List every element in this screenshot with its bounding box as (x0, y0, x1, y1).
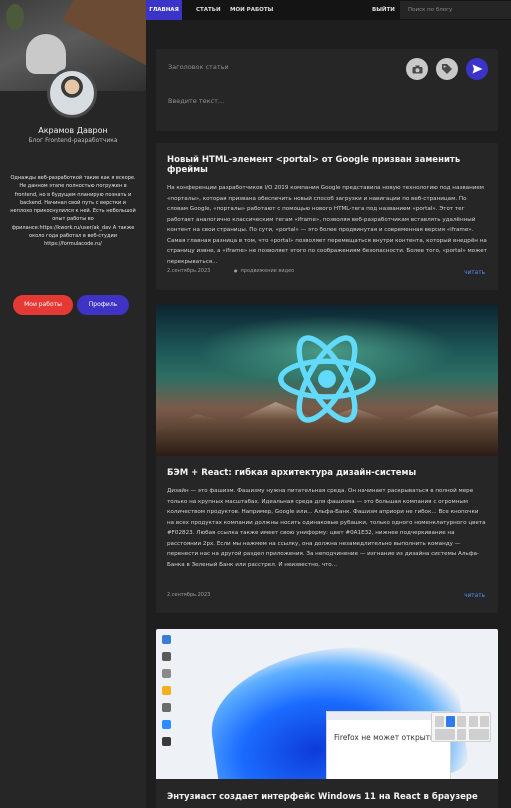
feed: Новый HTML-элемент <portal> от Google пр… (146, 20, 511, 808)
post-title[interactable]: БЭМ + React: гибкая архитектура дизайн-с… (167, 456, 487, 486)
nav-logout[interactable]: ВЫЙТИ (372, 0, 395, 20)
desktop-icons (160, 635, 174, 775)
profile-name: Акрамов Даврон (38, 126, 108, 135)
article-title-input[interactable] (168, 60, 398, 74)
avatar[interactable] (47, 68, 97, 118)
post-excerpt: Дизайн — это фашизм. Фашизму нужна питат… (167, 488, 486, 568)
top-nav: ГЛАВНАЯ СТАТЬИ МОИ РАБОТЫ ВЫЙТИ (146, 0, 511, 20)
post-date: 2.сентябрь.2023 (167, 268, 211, 274)
profile-subtitle: Блог Frontend-разработчика (28, 137, 118, 144)
read-more-link[interactable]: читать (464, 593, 485, 599)
post-image: Firefox не может открыть страницу (156, 629, 498, 779)
react-logo-icon (278, 335, 376, 423)
post-card: Новый HTML-элемент <portal> от Google пр… (156, 143, 498, 290)
post-excerpt: На конференции разработчиков I/O 2019 ко… (167, 185, 487, 265)
post-tag: продвижение видео (234, 268, 295, 274)
post-date: 2.сентябрь.2023 (167, 592, 211, 598)
post-card: БЭМ + React: гибкая архитектура дизайн-с… (156, 305, 498, 613)
article-text-input[interactable] (168, 94, 468, 108)
post-composer (156, 49, 498, 131)
camera-icon (412, 65, 422, 73)
add-tag-button[interactable] (436, 58, 458, 80)
profile-button[interactable]: Профиль (77, 295, 129, 315)
send-button[interactable] (466, 58, 488, 80)
nav-my-works[interactable]: МОИ РАБОТЫ (230, 0, 273, 20)
nav-articles[interactable]: СТАТЬИ (196, 0, 221, 20)
post-title[interactable]: Энтузиаст создает интерфейс Windows 11 н… (167, 792, 478, 802)
snap-layout-flyout (431, 712, 491, 742)
profile-bio: Однажды веб-разработкой такие как я вско… (10, 175, 136, 248)
profile-sidebar: Акрамов Даврон Блог Frontend-разработчик… (0, 0, 146, 808)
my-works-button[interactable]: Мои работы (13, 295, 73, 315)
tag-icon (442, 64, 452, 74)
add-photo-button[interactable] (406, 58, 428, 80)
nav-main[interactable]: ГЛАВНАЯ (146, 0, 182, 20)
post-title[interactable]: Новый HTML-элемент <portal> от Google пр… (167, 143, 487, 183)
post-card: Firefox не может открыть страницу Энтузи… (156, 629, 498, 808)
post-image (156, 305, 498, 456)
read-more-link[interactable]: читать (464, 270, 485, 276)
send-icon (472, 64, 482, 74)
search-input[interactable] (400, 1, 511, 19)
